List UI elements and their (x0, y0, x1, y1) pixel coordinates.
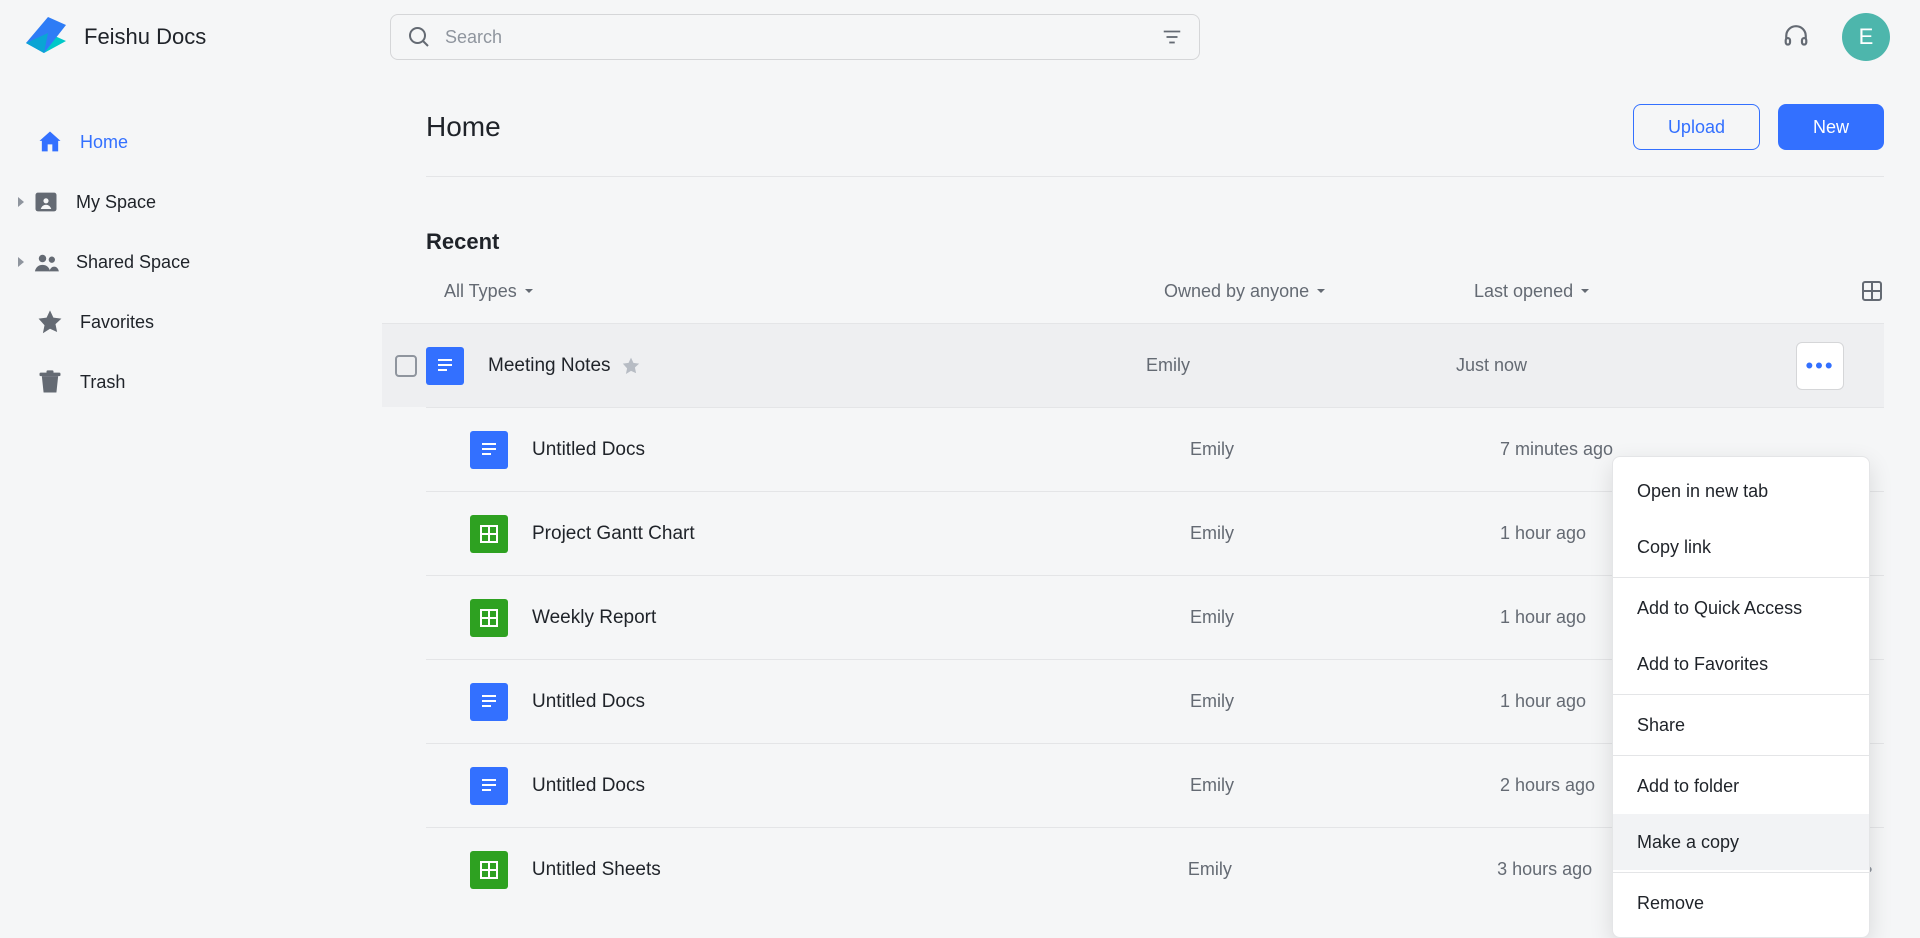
sidebar-item-trash[interactable]: Trash (0, 352, 390, 412)
menu-add-favorites[interactable]: Add to Favorites (1613, 636, 1869, 692)
section-recent: Recent (426, 229, 1884, 255)
brand[interactable]: Feishu Docs (22, 13, 390, 61)
menu-separator (1613, 577, 1869, 578)
home-icon (34, 126, 66, 158)
main-content: Home Upload New Recent All Types Owned b… (390, 74, 1920, 876)
row-more-button[interactable]: ••• (1796, 342, 1844, 390)
file-name: Weekly Report (532, 607, 656, 629)
search-filter-icon[interactable] (1155, 20, 1189, 54)
sheet-file-icon (470, 851, 508, 889)
menu-separator (1613, 694, 1869, 695)
file-name: Untitled Docs (532, 439, 645, 461)
menu-add-to-folder[interactable]: Add to folder (1613, 758, 1869, 814)
context-menu: Open in new tab Copy link Add to Quick A… (1612, 456, 1870, 938)
menu-make-a-copy[interactable]: Make a copy (1613, 814, 1869, 870)
filter-type-label: All Types (444, 281, 517, 302)
avatar-initial: E (1859, 24, 1874, 50)
row-checkbox[interactable] (386, 355, 426, 377)
sidebar-item-label: Shared Space (76, 252, 190, 273)
caret-down-icon (1315, 285, 1327, 297)
sidebar-item-label: Favorites (80, 312, 154, 333)
sidebar-item-home[interactable]: Home (0, 112, 390, 172)
support-button[interactable] (1776, 17, 1816, 57)
caret-down-icon (1579, 285, 1591, 297)
sidebar-item-label: Trash (80, 372, 125, 393)
doc-file-icon (470, 767, 508, 805)
more-icon: ••• (1805, 353, 1834, 379)
sidebar-item-favorites[interactable]: Favorites (0, 292, 390, 352)
brand-logo-icon (22, 13, 70, 61)
search-input[interactable] (445, 27, 1155, 48)
sidebar-item-shared-space[interactable]: Shared Space (0, 232, 390, 292)
menu-separator (1613, 755, 1869, 756)
trash-icon (34, 366, 66, 398)
file-name: Untitled Sheets (532, 859, 661, 881)
my-space-icon (30, 186, 62, 218)
upload-button[interactable]: Upload (1633, 104, 1760, 150)
file-row[interactable]: Meeting Notes Emily Just now ••• (382, 323, 1884, 407)
menu-open-new-tab[interactable]: Open in new tab (1613, 463, 1869, 519)
search-box[interactable] (390, 14, 1200, 60)
menu-separator (1613, 872, 1869, 873)
file-owner: Emily (1190, 439, 1500, 460)
menu-remove[interactable]: Remove (1613, 875, 1869, 931)
shared-space-icon (30, 246, 62, 278)
sheet-file-icon (470, 599, 508, 637)
filter-time-label: Last opened (1474, 281, 1573, 302)
favorite-star-icon[interactable] (621, 356, 641, 376)
sidebar-item-label: My Space (76, 192, 156, 213)
sidebar-item-my-space[interactable]: My Space (0, 172, 390, 232)
menu-copy-link[interactable]: Copy link (1613, 519, 1869, 575)
grid-view-toggle[interactable] (1860, 279, 1884, 303)
filter-type-dropdown[interactable]: All Types (444, 281, 1164, 302)
page-title: Home (426, 111, 501, 143)
file-owner: Emily (1190, 775, 1500, 796)
file-name: Meeting Notes (488, 355, 611, 377)
file-owner: Emily (1188, 859, 1497, 880)
chevron-right-icon[interactable] (12, 256, 30, 268)
sidebar: Home My Space Shared Space Favorites Tra… (0, 112, 390, 412)
menu-share[interactable]: Share (1613, 697, 1869, 753)
caret-down-icon (523, 285, 535, 297)
file-owner: Emily (1146, 355, 1456, 376)
doc-file-icon (470, 431, 508, 469)
file-name: Untitled Docs (532, 775, 645, 797)
file-time: Just now (1456, 355, 1796, 376)
filter-owner-dropdown[interactable]: Owned by anyone (1164, 281, 1474, 302)
grid-icon (1860, 279, 1884, 303)
page-head: Home Upload New (426, 104, 1884, 177)
file-name: Untitled Docs (532, 691, 645, 713)
star-icon (34, 306, 66, 338)
menu-add-quick-access[interactable]: Add to Quick Access (1613, 580, 1869, 636)
filter-owner-label: Owned by anyone (1164, 281, 1309, 302)
filter-time-dropdown[interactable]: Last opened (1474, 281, 1860, 302)
file-owner: Emily (1190, 691, 1500, 712)
top-bar: Feishu Docs E (0, 0, 1920, 74)
avatar[interactable]: E (1842, 13, 1890, 61)
search-icon (407, 25, 431, 49)
headset-icon (1783, 24, 1809, 50)
file-owner: Emily (1190, 523, 1500, 544)
sidebar-item-label: Home (80, 132, 128, 153)
chevron-right-icon[interactable] (12, 196, 30, 208)
brand-name: Feishu Docs (84, 24, 206, 50)
new-button[interactable]: New (1778, 104, 1884, 150)
filters-row: All Types Owned by anyone Last opened (426, 279, 1884, 323)
sheet-file-icon (470, 515, 508, 553)
file-owner: Emily (1190, 607, 1500, 628)
file-name: Project Gantt Chart (532, 523, 695, 545)
doc-file-icon (470, 683, 508, 721)
doc-file-icon (426, 347, 464, 385)
